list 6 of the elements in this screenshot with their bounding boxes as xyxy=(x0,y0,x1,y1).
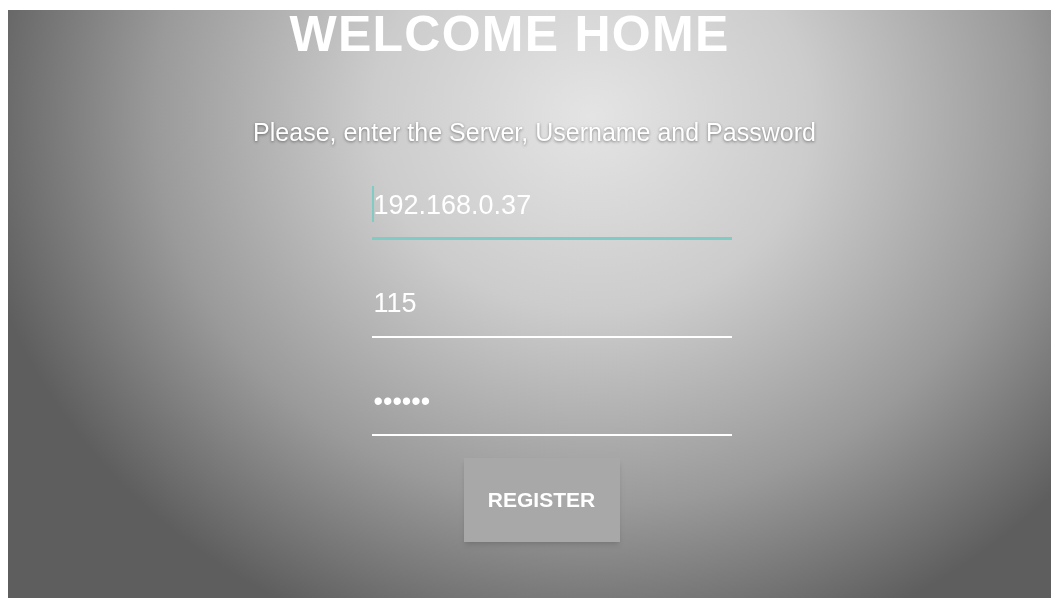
text-cursor xyxy=(371,185,374,222)
input-field[interactable]: 192.168.0.37 xyxy=(371,181,732,240)
input-field[interactable]: 115 xyxy=(371,279,732,338)
input-field[interactable]: •••••• xyxy=(371,377,732,436)
register-button[interactable]: REGISTER xyxy=(463,457,620,542)
instructions-text: Please, enter the Server, Username and Password xyxy=(253,117,816,148)
